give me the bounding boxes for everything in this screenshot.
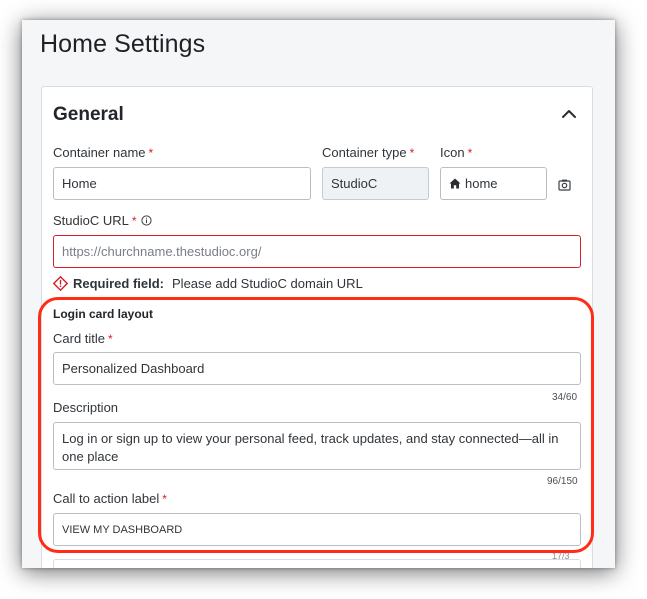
required-mark: * (108, 332, 113, 346)
studioc-url-label: StudioC URL * (53, 213, 152, 228)
collapse-section-button[interactable] (558, 103, 580, 125)
page-title: Home Settings (40, 30, 206, 58)
warning-diamond-icon (53, 276, 68, 291)
required-mark: * (148, 146, 154, 160)
container-type-label: Container type * (322, 145, 414, 160)
container-type-label-text: Container type (322, 145, 407, 160)
general-section-card: General Container name * Home Container t… (41, 86, 593, 568)
home-icon (449, 178, 461, 189)
card-title-label: Card title * (53, 331, 113, 346)
container-name-label: Container name * (53, 145, 153, 160)
card-title-counter: 34/60 (552, 392, 578, 403)
cta-label-text: Call to action label (53, 491, 160, 506)
container-name-input[interactable]: Home (53, 167, 311, 200)
container-name-value: Home (62, 176, 97, 191)
error-message: Please add StudioC domain URL (172, 276, 363, 291)
studioc-url-error: Required field: Please add StudioC domai… (53, 276, 363, 291)
cta-label: Call to action label * (53, 491, 167, 506)
description-label: Description (53, 400, 118, 415)
container-type-value: StudioC (331, 176, 378, 191)
required-mark: * (162, 492, 167, 506)
studioc-url-label-text: StudioC URL (53, 213, 129, 228)
icon-value: home (465, 176, 498, 191)
info-icon[interactable] (140, 215, 152, 226)
card-title-value: Personalized Dashboard (62, 361, 205, 376)
chevron-up-icon (562, 110, 576, 118)
studioc-url-input[interactable]: https://churchname.thestudioc.org/ (53, 235, 581, 268)
description-value: Log in or sign up to view your personal … (62, 431, 559, 464)
card-title-input[interactable]: Personalized Dashboard (53, 352, 581, 385)
required-mark: * (467, 146, 473, 160)
next-field-partial[interactable] (53, 559, 581, 568)
icon-label: Icon * (440, 145, 472, 160)
required-mark: * (409, 146, 415, 160)
cta-value: VIEW MY DASHBOARD (62, 523, 183, 536)
section-title: General (53, 104, 124, 125)
container-type-input: StudioC (322, 167, 429, 200)
studioc-url-placeholder: https://churchname.thestudioc.org/ (62, 244, 262, 259)
icon-picker-button[interactable] (558, 178, 571, 196)
settings-window: Home Settings General Container name * Ho… (22, 20, 615, 568)
required-mark: * (131, 213, 137, 228)
error-title: Required field: (73, 276, 165, 291)
icon-label-text: Icon (440, 145, 465, 160)
icon-input[interactable]: home (440, 167, 547, 200)
card-title-label-text: Card title (53, 331, 106, 346)
login-card-heading: Login card layout (53, 307, 154, 321)
description-label-text: Description (53, 400, 119, 415)
cta-input[interactable]: VIEW MY DASHBOARD (53, 513, 581, 546)
description-textarea[interactable]: Log in or sign up to view your personal … (53, 422, 581, 470)
image-picker-icon (558, 179, 571, 191)
container-name-label-text: Container name (53, 145, 146, 160)
description-counter: 96/150 (547, 476, 578, 487)
